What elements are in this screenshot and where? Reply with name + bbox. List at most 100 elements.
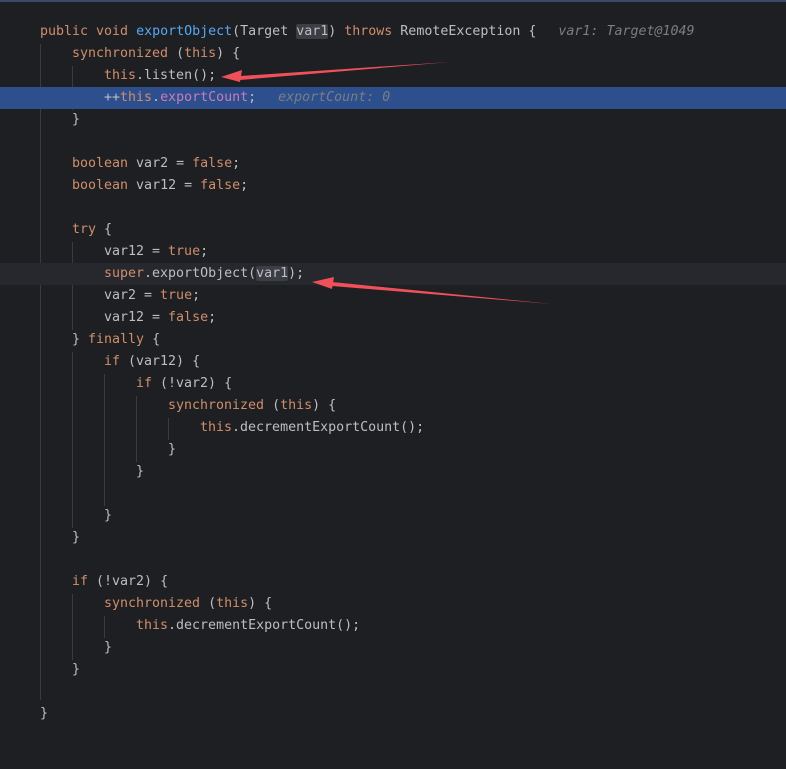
code-line[interactable]: synchronized (this) {: [0, 395, 786, 417]
keyword: this: [120, 90, 153, 105]
code-text: .exportObject(: [144, 266, 257, 281]
keyword: true: [168, 244, 201, 259]
keyword: false: [168, 310, 209, 325]
code-text: ) {: [312, 398, 337, 413]
code-line[interactable]: synchronized (this) {: [0, 593, 786, 615]
code-line[interactable]: boolean var12 = false;: [0, 175, 786, 197]
caret-line[interactable]: super.exportObject(var1);: [0, 263, 786, 285]
keyword: if: [136, 376, 153, 391]
code-line[interactable]: if (!var2) {: [0, 373, 786, 395]
keyword: this: [136, 618, 169, 633]
code-text: ;: [200, 244, 209, 259]
code-line[interactable]: try {: [0, 219, 786, 241]
keyword: true: [160, 288, 193, 303]
keyword: super: [104, 266, 145, 281]
code-line[interactable]: }: [0, 659, 786, 681]
code-text: var2 =: [128, 156, 193, 171]
code-text: var12 =: [104, 244, 169, 259]
method-name: exportObject: [136, 24, 233, 39]
code-text: (: [200, 596, 217, 611]
keyword: this: [184, 46, 217, 61]
code-text: }: [104, 640, 113, 655]
code-text: .listen();: [136, 68, 217, 83]
param-highlight: var1: [256, 266, 289, 281]
keyword: synchronized: [104, 596, 201, 611]
code-text: var12 =: [104, 310, 169, 325]
execution-point-line[interactable]: ++this.exportCount; exportCount: 0: [0, 87, 786, 109]
code-line[interactable]: this.decrementExportCount();: [0, 417, 786, 439]
code-line[interactable]: this.decrementExportCount();: [0, 615, 786, 637]
code-text: }: [72, 662, 81, 677]
keyword: boolean: [72, 178, 129, 193]
code-text: }: [104, 508, 113, 523]
keyword: this: [216, 596, 249, 611]
keyword: this: [200, 420, 233, 435]
code-line[interactable]: } finally {: [0, 329, 786, 351]
code-text: }: [40, 706, 49, 721]
keyword: false: [200, 178, 241, 193]
code-text: }: [72, 530, 81, 545]
code-line[interactable]: }: [0, 527, 786, 549]
code-text: {: [144, 332, 161, 347]
code-line[interactable]: public void exportObject(Target var1) th…: [0, 21, 786, 43]
code-text: (: [168, 46, 185, 61]
keyword: try: [72, 222, 97, 237]
code-line[interactable]: }: [0, 703, 786, 725]
code-text: ) {: [216, 46, 241, 61]
keyword: synchronized: [168, 398, 265, 413]
code-text: ;: [208, 310, 217, 325]
code-text: ;: [192, 288, 201, 303]
code-line[interactable]: this.listen();: [0, 65, 786, 87]
code-text: .: [152, 90, 161, 105]
code-line[interactable]: var2 = true;: [0, 285, 786, 307]
code-text: RemoteException {: [392, 24, 537, 39]
param-highlight: var1: [296, 24, 329, 39]
code-line[interactable]: var12 = false;: [0, 307, 786, 329]
code-line[interactable]: synchronized (this) {: [0, 43, 786, 65]
code-editor[interactable]: public void exportObject(Target var1) th…: [0, 0, 786, 740]
keyword: boolean: [72, 156, 129, 171]
inline-debug-value: var1: Target@1049: [558, 24, 695, 39]
keyword: this: [280, 398, 313, 413]
keyword: throws: [344, 24, 393, 39]
code-text: .decrementExportCount();: [168, 618, 361, 633]
code-text: }: [168, 442, 177, 457]
inline-debug-value: exportCount: 0: [278, 90, 391, 105]
code-text: var12 =: [128, 178, 201, 193]
code-text: }: [136, 464, 145, 479]
code-text: {: [96, 222, 113, 237]
field-name: exportCount: [160, 90, 249, 105]
code-line[interactable]: boolean var2 = false;: [0, 153, 786, 175]
keyword: if: [104, 354, 121, 369]
code-line[interactable]: }: [0, 637, 786, 659]
code-line[interactable]: var12 = true;: [0, 241, 786, 263]
code-line[interactable]: }: [0, 109, 786, 131]
code-line[interactable]: }: [0, 439, 786, 461]
code-line[interactable]: if (!var2) {: [0, 571, 786, 593]
code-text: }: [72, 332, 89, 347]
keyword: public void: [40, 24, 137, 39]
keyword: false: [192, 156, 233, 171]
code-text: ;: [248, 90, 257, 105]
code-line[interactable]: }: [0, 461, 786, 483]
code-line[interactable]: if (var12) {: [0, 351, 786, 373]
code-text: ): [328, 24, 345, 39]
code-text: ) {: [248, 596, 273, 611]
code-text: (!var2) {: [88, 574, 169, 589]
code-text: ;: [232, 156, 241, 171]
code-text: ;: [240, 178, 249, 193]
code-line[interactable]: }: [0, 505, 786, 527]
code-text: .decrementExportCount();: [232, 420, 425, 435]
code-text: (var12) {: [120, 354, 201, 369]
code-text: ++: [104, 90, 121, 105]
code-text: (: [264, 398, 281, 413]
code-text: (Target: [232, 24, 297, 39]
keyword: if: [72, 574, 89, 589]
code-text: );: [288, 266, 305, 281]
code-text: (!var2) {: [152, 376, 233, 391]
keyword: finally: [88, 332, 145, 347]
keyword: this: [104, 68, 137, 83]
code-text: var2 =: [104, 288, 161, 303]
code-text: }: [72, 112, 81, 127]
keyword: synchronized: [72, 46, 169, 61]
